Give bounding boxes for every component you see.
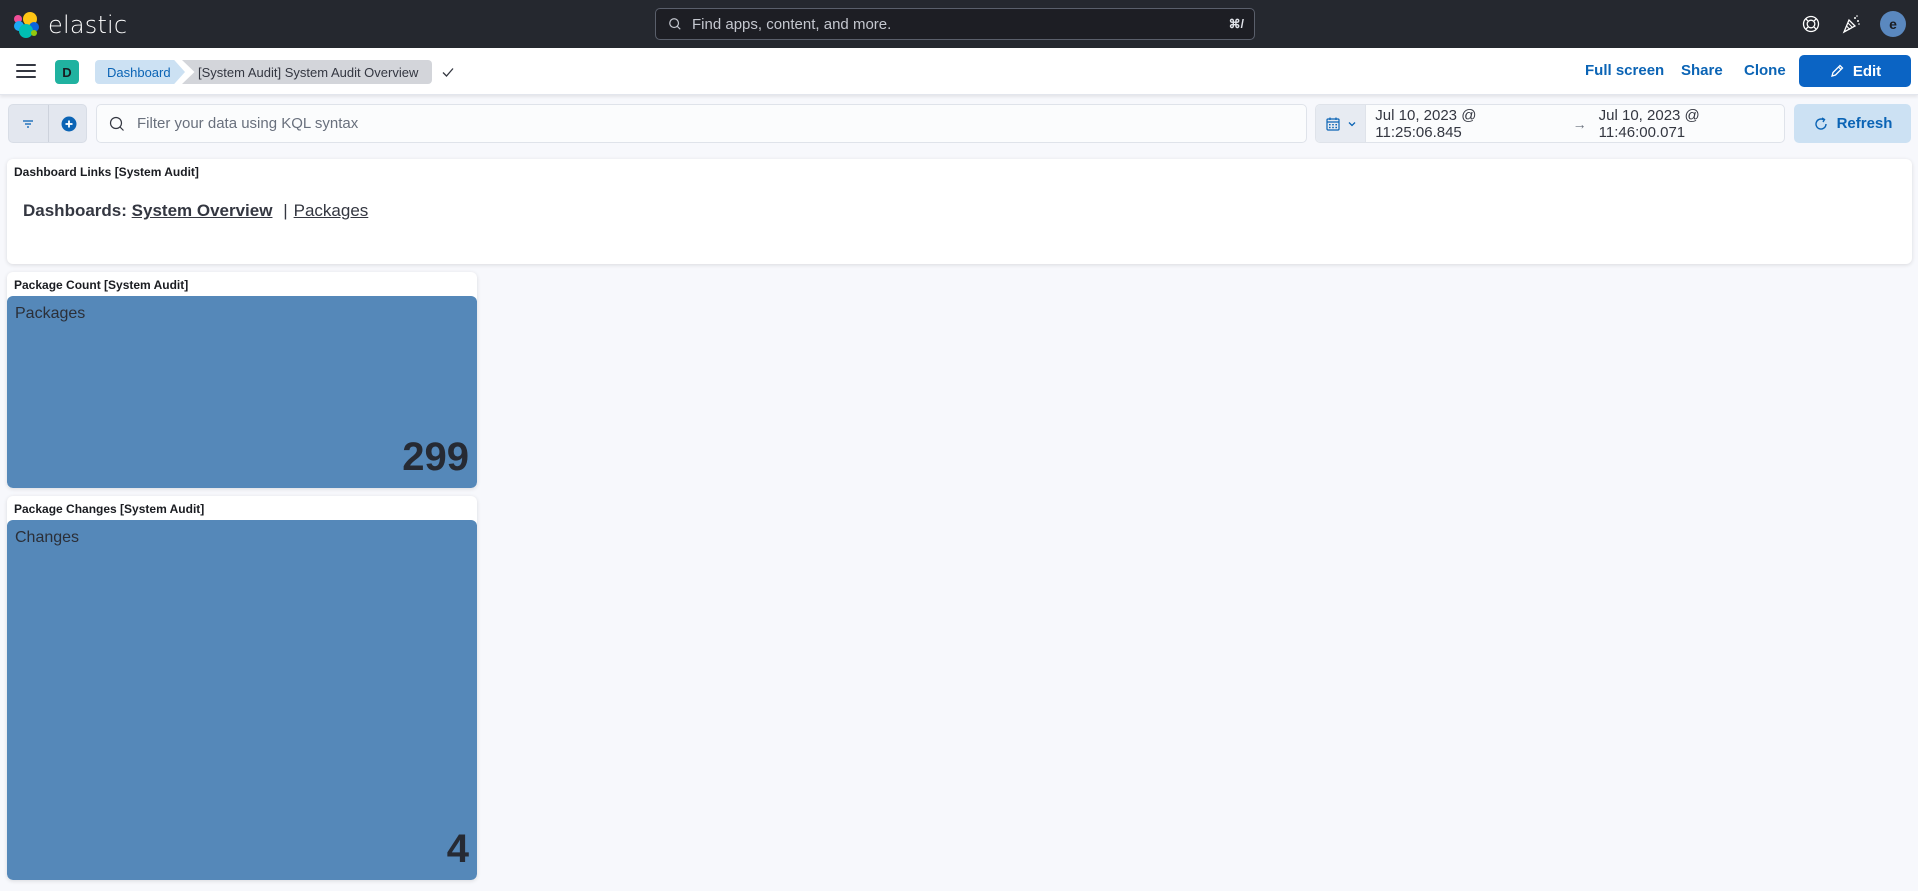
panel-title: Package Changes [System Audit]: [14, 502, 205, 516]
search-placeholder: Find apps, content, and more.: [692, 15, 892, 33]
menu-toggle-button[interactable]: [16, 62, 36, 80]
dashboard-links-panel: Dashboard Links [System Audit] Dashboard…: [7, 159, 1912, 264]
refresh-icon: [1814, 116, 1827, 130]
package-count-panel: Package Count [System Audit] Packages 29…: [7, 272, 477, 488]
breadcrumb-dashboard[interactable]: Dashboard: [95, 60, 185, 84]
refresh-label: Refresh: [1836, 115, 1893, 132]
metric-value: 299: [402, 435, 469, 479]
kql-query-input[interactable]: Filter your data using KQL syntax: [96, 104, 1307, 143]
check-icon: [442, 68, 454, 77]
metric-label: Packages: [15, 305, 86, 322]
panel-title: Package Count [System Audit]: [14, 278, 189, 292]
pencil-icon: [1830, 64, 1844, 77]
divider: [48, 105, 49, 142]
news-feed-icon[interactable]: [1839, 12, 1863, 36]
elastic-logo-icon: [14, 12, 40, 38]
search-icon: [669, 18, 681, 30]
help-icon[interactable]: [1799, 12, 1823, 36]
edit-button[interactable]: Edit: [1799, 55, 1911, 87]
share-button[interactable]: Share: [1681, 62, 1723, 79]
hamburger-line: [16, 70, 36, 72]
panel-title: Dashboard Links [System Audit]: [14, 165, 199, 179]
date-picker: Jul 10, 2023 @ 11:25:06.845 → Jul 10, 20…: [1315, 104, 1785, 143]
breadcrumb-current: [System Audit] System Audit Overview: [182, 60, 432, 84]
links-label: Dashboards:: [23, 201, 127, 220]
kql-placeholder: Filter your data using KQL syntax: [137, 115, 359, 132]
filter-menu-icon[interactable]: [21, 117, 35, 131]
brand-name: elastic: [48, 11, 128, 39]
filter-controls: [8, 104, 87, 143]
full-screen-button[interactable]: Full screen: [1585, 62, 1664, 79]
elastic-logo[interactable]: elastic: [14, 11, 127, 39]
user-avatar[interactable]: e: [1880, 11, 1906, 37]
link-packages[interactable]: Packages: [294, 201, 369, 220]
metric-label: Changes: [15, 529, 80, 546]
search-icon: [109, 116, 124, 131]
link-separator: |: [283, 201, 288, 220]
quick-date-menu-button[interactable]: [1316, 105, 1367, 142]
app-bar: D Dashboard [System Audit] System Audit …: [0, 48, 1918, 95]
metric-value: 4: [446, 827, 469, 871]
hamburger-line: [16, 64, 36, 66]
end-date-button[interactable]: Jul 10, 2023 @ 11:46:00.071: [1599, 107, 1784, 141]
package-changes-panel: Package Changes [System Audit] Changes 4: [7, 496, 477, 880]
hamburger-line: [16, 76, 36, 78]
start-date-button[interactable]: Jul 10, 2023 @ 11:25:06.845: [1375, 107, 1560, 141]
dashboard-links: Dashboards: System Overview | Packages: [23, 201, 368, 221]
edit-label: Edit: [1852, 62, 1882, 80]
space-selector[interactable]: D: [55, 60, 79, 84]
metric-visualization: Changes 4: [7, 520, 477, 880]
calendar-icon: [1326, 117, 1340, 131]
link-system-overview[interactable]: System Overview: [132, 201, 273, 220]
metric-visualization: Packages 299: [7, 296, 477, 488]
chevron-down-icon: [1348, 121, 1356, 126]
refresh-button[interactable]: Refresh: [1794, 104, 1911, 143]
clone-button[interactable]: Clone: [1744, 62, 1786, 79]
global-search-input[interactable]: Find apps, content, and more. ⌘/: [655, 8, 1255, 40]
arrow-right-icon: →: [1572, 115, 1587, 132]
search-shortcut: ⌘/: [1228, 17, 1244, 31]
add-filter-icon[interactable]: [61, 116, 77, 132]
global-header: elastic Find apps, content, and more. ⌘/…: [0, 0, 1918, 48]
